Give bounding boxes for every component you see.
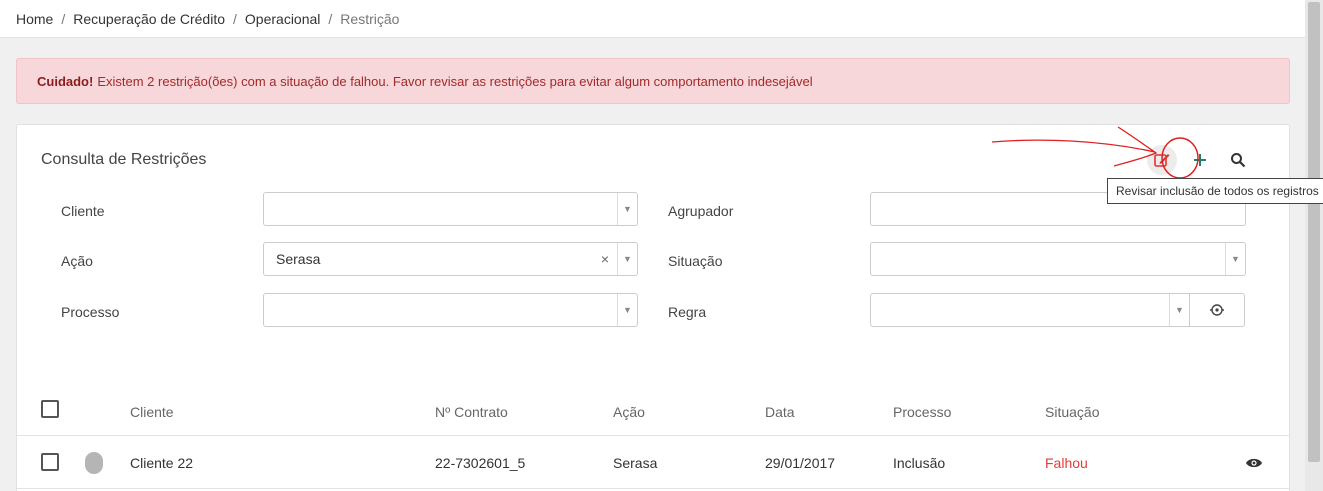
processo-select[interactable]: ▼ — [263, 293, 638, 327]
breadcrumb-separator: / — [328, 10, 333, 27]
search-button[interactable] — [1223, 145, 1253, 175]
breadcrumb-separator: / — [61, 10, 66, 27]
breadcrumb-current: Restrição — [340, 10, 400, 27]
column-header-data[interactable]: Data — [765, 404, 795, 420]
page: Home / Recuperação de Crédito / Operacio… — [0, 0, 1323, 491]
plus-icon — [1194, 154, 1206, 166]
column-header-processo[interactable]: Processo — [893, 404, 951, 420]
cell-data: 29/01/2017 — [765, 455, 836, 471]
review-all-button[interactable] — [1147, 145, 1177, 175]
column-header-situacao[interactable]: Situação — [1045, 404, 1099, 420]
agrupador-label: Agrupador — [668, 203, 734, 219]
regra-label: Regra — [668, 304, 707, 320]
search-icon — [1231, 153, 1246, 168]
column-header-cliente[interactable]: Cliente — [130, 404, 174, 420]
breadcrumb-separator: / — [233, 10, 237, 27]
chevron-down-icon: ▼ — [617, 193, 637, 225]
column-header-contrato[interactable]: Nº Contrato — [435, 404, 508, 420]
status-indicator — [85, 452, 103, 474]
cliente-select[interactable]: ▼ — [263, 192, 638, 226]
chevron-down-icon: ▼ — [617, 294, 637, 326]
column-header-acao[interactable]: Ação — [613, 404, 645, 420]
table-row[interactable]: Cliente 22 22-7302601_5 Serasa 29/01/201… — [17, 437, 1289, 489]
chevron-down-icon: ▼ — [617, 243, 637, 275]
cell-acao: Serasa — [613, 455, 658, 471]
warning-alert: Cuidado! Existem 2 restrição(ões) com a … — [16, 58, 1290, 104]
regra-view-button[interactable] — [1190, 293, 1245, 327]
cell-processo: Inclusão — [893, 455, 946, 471]
clear-icon[interactable]: × — [601, 251, 609, 267]
cell-cliente: Cliente 22 — [130, 455, 194, 471]
card-toolbar — [1147, 145, 1253, 175]
acao-value: Serasa — [276, 251, 321, 267]
eye-icon[interactable] — [1245, 456, 1263, 470]
regra-select[interactable]: ▼ — [870, 293, 1190, 327]
cliente-label: Cliente — [61, 203, 105, 219]
table-header: Cliente Nº Contrato Ação Data Processo S… — [17, 390, 1289, 436]
processo-label: Processo — [61, 304, 120, 320]
review-all-tooltip: Revisar inclusão de todos os registros — [1107, 178, 1323, 204]
cell-situacao: Falhou — [1045, 455, 1088, 471]
breadcrumb: Home / Recuperação de Crédito / Operacio… — [0, 0, 1305, 38]
breadcrumb-home[interactable]: Home — [16, 11, 53, 27]
scrollbar-thumb[interactable] — [1308, 2, 1320, 462]
cell-contrato: 22-7302601_5 — [435, 455, 526, 471]
card-title: Consulta de Restrições — [41, 151, 207, 168]
query-card: Consulta de Restrições Cliente ▼ Ação Se… — [16, 124, 1290, 491]
breadcrumb-recuperacao[interactable]: Recuperação de Crédito — [73, 11, 225, 27]
situacao-label: Situação — [668, 253, 723, 269]
chevron-down-icon: ▼ — [1169, 294, 1189, 326]
view-target-icon — [1210, 304, 1224, 316]
acao-select[interactable]: Serasa × ▼ — [263, 242, 638, 276]
vertical-scrollbar[interactable] — [1305, 0, 1323, 491]
alert-strong: Cuidado! — [37, 73, 94, 89]
chevron-down-icon: ▼ — [1225, 243, 1245, 275]
row-checkbox[interactable] — [41, 453, 59, 471]
add-button[interactable] — [1185, 145, 1215, 175]
breadcrumb-operacional[interactable]: Operacional — [245, 11, 321, 27]
acao-label: Ação — [61, 253, 93, 269]
alert-message: Existem 2 restrição(ões) com a situação … — [97, 73, 813, 89]
edit-icon — [1154, 154, 1170, 167]
situacao-select[interactable]: ▼ — [870, 242, 1246, 276]
select-all-checkbox[interactable] — [41, 400, 59, 418]
